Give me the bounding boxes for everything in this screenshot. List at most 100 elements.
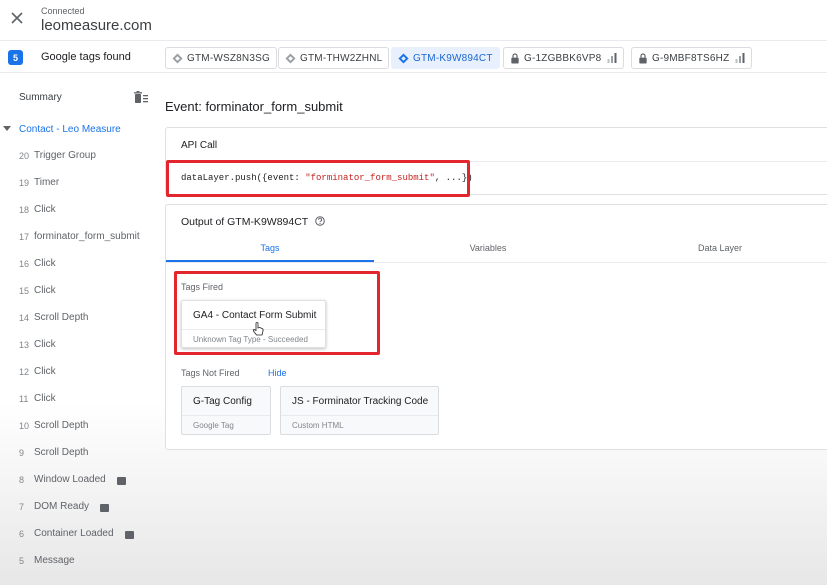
sidebar-event-item[interactable]: 17 forminator_form_submit — [0, 229, 160, 247]
event-name: Container Loaded — [34, 528, 114, 539]
api-call-code: dataLayer.push({event: "forminator_form_… — [181, 173, 473, 183]
summary-item[interactable]: Summary — [19, 92, 149, 106]
event-number: 14 — [19, 313, 30, 323]
event-number: 11 — [19, 394, 29, 404]
event-name: Click — [34, 366, 56, 377]
analytics-bars-icon — [735, 53, 745, 63]
tag-name: JS - Forminator Tracking Code — [292, 396, 429, 407]
container-chip-g-1zgbbk6vp8[interactable]: G-1ZGBBK6VP8 — [503, 47, 625, 69]
sidebar-event-item[interactable]: 10 Scroll Depth — [0, 418, 160, 436]
help-icon[interactable] — [315, 216, 325, 227]
code-prefix: dataLayer.push({event: — [181, 173, 306, 183]
not-fired-tag-js-forminator[interactable]: JS - Forminator Tracking Code Custom HTM… — [280, 386, 439, 435]
tag-status: Unknown Tag Type - Succeeded — [193, 335, 308, 344]
tags-found-bar: 5 Google tags found GTM-WSZ8N3SG GTM-THW… — [0, 40, 827, 73]
event-number: 16 — [19, 259, 30, 269]
caret-down-icon — [3, 126, 11, 131]
connection-bar: Connected leomeasure.com — [0, 0, 827, 40]
sidebar-event-item[interactable]: 7 DOM Ready — [0, 499, 160, 517]
lock-icon — [511, 52, 519, 64]
event-name: Click — [34, 204, 56, 215]
chip-label: G-1ZGBBK6VP8 — [524, 52, 602, 64]
event-name: Click — [34, 285, 56, 296]
sidebar-event-item[interactable]: 18 Click — [0, 202, 160, 220]
divider — [166, 161, 827, 162]
event-number: 18 — [19, 205, 30, 215]
not-fired-tag-gtag-config[interactable]: G-Tag Config Google Tag — [181, 386, 271, 435]
event-number: 15 — [19, 286, 30, 296]
output-card: Output of GTM-K9W894CT Tags Variables Da… — [165, 204, 827, 450]
code-suffix: , ...}) — [434, 173, 473, 183]
gtm-diamond-icon — [172, 52, 183, 64]
connection-status: Connected — [41, 6, 85, 16]
chip-label: G-9MBF8TS6HZ — [652, 52, 730, 64]
hand-cursor-icon — [252, 322, 264, 336]
event-name: Message — [34, 555, 75, 566]
event-number: 8 — [19, 475, 25, 485]
sidebar-event-item[interactable]: 9 Scroll Depth — [0, 445, 160, 463]
event-number: 5 — [19, 556, 25, 566]
event-number: 7 — [19, 502, 25, 512]
tab-variables[interactable]: Variables — [384, 243, 592, 261]
event-name: Timer — [34, 177, 60, 188]
tab-tags[interactable]: Tags — [166, 243, 374, 261]
summary-label: Summary — [19, 92, 62, 103]
tag-type: Custom HTML — [292, 421, 344, 430]
tags-not-fired-label: Tags Not Fired — [181, 368, 240, 378]
container-chip-gtm-wsz8n3sg[interactable]: GTM-WSZ8N3SG — [165, 47, 277, 69]
clear-messages-icon[interactable] — [134, 91, 148, 104]
close-icon[interactable] — [8, 9, 26, 27]
event-number: 6 — [19, 529, 25, 539]
sidebar-event-item[interactable]: 12 Click — [0, 364, 160, 382]
container-chip-g-9mbf8ts6hz[interactable]: G-9MBF8TS6HZ — [631, 47, 753, 69]
api-call-card: API Call dataLayer.push({event: "formina… — [165, 127, 827, 195]
tab-data-layer[interactable]: Data Layer — [616, 243, 824, 261]
event-name: Click — [34, 393, 56, 404]
tag-name: G-Tag Config — [193, 396, 252, 407]
analytics-bars-icon — [607, 53, 617, 63]
event-name: Scroll Depth — [34, 447, 89, 458]
event-number: 13 — [19, 340, 30, 350]
event-name: Scroll Depth — [34, 312, 89, 323]
sidebar-event-item[interactable]: 8 Window Loaded — [0, 472, 160, 490]
output-heading-text: Output of GTM-K9W894CT — [181, 216, 309, 228]
sidebar-event-item[interactable]: 15 Click — [0, 283, 160, 301]
tags-found-label: Google tags found — [41, 51, 131, 63]
sidebar-event-item[interactable]: 20 Trigger Group — [0, 148, 160, 166]
event-name: DOM Ready — [34, 501, 90, 512]
event-name: Window Loaded — [34, 474, 106, 485]
output-heading: Output of GTM-K9W894CT — [181, 216, 325, 228]
tags-count-badge: 5 — [8, 50, 23, 65]
container-chip-gtm-k9w894ct[interactable]: GTM-K9W894CT — [391, 47, 500, 69]
chip-label: GTM-WSZ8N3SG — [187, 52, 270, 64]
connected-domain: leomeasure.com — [41, 17, 152, 34]
lock-icon — [639, 52, 647, 64]
sidebar-event-item[interactable]: 11 Click — [0, 391, 160, 409]
event-name: Scroll Depth — [34, 420, 89, 431]
divider — [281, 415, 438, 416]
code-event-icon — [117, 477, 126, 485]
divider — [182, 415, 270, 416]
sidebar-event-item[interactable]: 19 Timer — [0, 175, 160, 193]
event-number: 12 — [19, 367, 30, 377]
sidebar-event-item[interactable]: 16 Click — [0, 256, 160, 274]
event-name: Click — [34, 258, 56, 269]
container-chip-gtm-thw2zhnl[interactable]: GTM-THW2ZHNL — [278, 47, 390, 69]
api-call-heading: API Call — [181, 140, 218, 151]
page-group-contact[interactable]: Contact - Leo Measure — [0, 123, 160, 137]
page-group-label: Contact - Leo Measure — [19, 124, 121, 135]
tag-type: Google Tag — [193, 421, 234, 430]
event-title: Event: forminator_form_submit — [165, 99, 343, 114]
event-number: 17 — [19, 232, 30, 242]
sidebar-event-item[interactable]: 5 Message — [0, 553, 160, 571]
chip-label: GTM-THW2ZHNL — [300, 52, 383, 64]
tag-name: GA4 - Contact Form Submit — [193, 310, 317, 321]
sidebar-event-item[interactable]: 14 Scroll Depth — [0, 310, 160, 328]
tab-divider — [166, 262, 827, 263]
code-event-icon — [125, 531, 134, 539]
sidebar-event-item[interactable]: 6 Container Loaded — [0, 526, 160, 544]
code-event-string: "forminator_form_submit" — [305, 173, 435, 183]
sidebar-event-item[interactable]: 13 Click — [0, 337, 160, 355]
hide-link[interactable]: Hide — [268, 368, 287, 378]
event-number: 19 — [19, 178, 30, 188]
